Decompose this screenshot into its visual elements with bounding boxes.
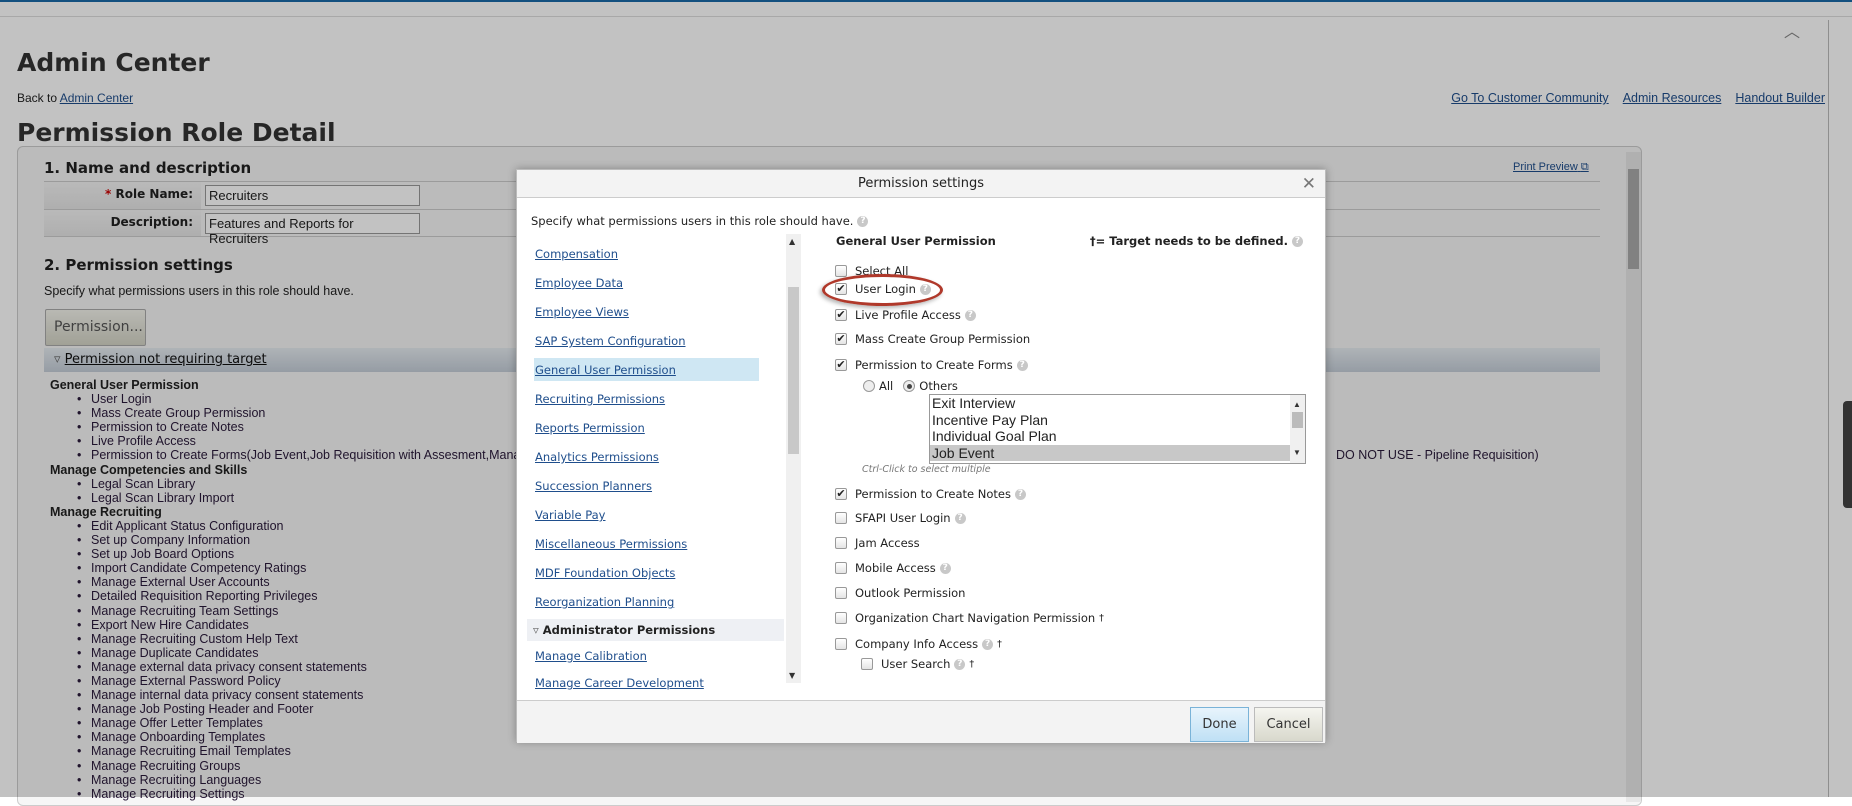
permission-label: Live Profile Access — [855, 308, 961, 322]
permission-mobile-access-checkbox[interactable]: Mobile Access? — [835, 561, 951, 575]
scroll-up-icon[interactable]: ▲ — [789, 237, 795, 246]
side-feedback-tab[interactable] — [1843, 401, 1852, 508]
permission-company-info-access-checkbox[interactable]: Company Info Access? † — [835, 637, 1002, 651]
multi-select-hint: Ctrl-Click to select multiple — [862, 464, 991, 475]
checkbox[interactable] — [835, 562, 847, 574]
permission-label: Company Info Access — [855, 637, 979, 651]
nav-item-employee-data[interactable]: Employee Data — [535, 276, 623, 290]
nav-item-reorganization-planning[interactable]: Reorganization Planning — [535, 595, 674, 609]
close-icon[interactable]: ✕ — [1302, 174, 1316, 194]
permission-label: User Search — [881, 657, 951, 671]
radio-all[interactable] — [863, 380, 875, 392]
cancel-button[interactable]: Cancel — [1254, 707, 1323, 742]
help-icon[interactable]: ? — [1016, 359, 1028, 371]
admin-header-label: Administrator Permissions — [542, 623, 716, 637]
dialog-intro: Specify what permissions users in this r… — [531, 214, 869, 228]
permission-label: Jam Access — [855, 536, 920, 550]
permission-outlook-permission-checkbox[interactable]: Outlook Permission — [835, 586, 965, 600]
checkbox[interactable] — [835, 638, 847, 650]
scroll-down-icon[interactable]: ▼ — [789, 671, 795, 680]
permission-label: Permission to Create Notes — [855, 487, 1011, 501]
permission-settings-dialog: Permission settings ✕ Specify what permis… — [516, 169, 1326, 743]
nav-item-succession-planners[interactable]: Succession Planners — [535, 479, 652, 493]
radio-all-label: All — [879, 379, 894, 393]
forms-scope-radios: All Others — [863, 379, 958, 393]
help-icon[interactable]: ? — [1014, 488, 1026, 500]
checkbox[interactable]: ✔ — [835, 309, 847, 321]
target-note: †= Target needs to be defined.? — [1090, 234, 1303, 248]
permission-permission-to-create-notes-checkbox[interactable]: ✔ Permission to Create Notes? — [835, 487, 1026, 501]
nav-item-variable-pay[interactable]: Variable Pay — [535, 508, 606, 522]
target-required-mark: † — [1099, 612, 1104, 624]
help-icon[interactable]: ? — [954, 512, 966, 524]
expand-chevron-icon: ▿ — [533, 623, 543, 637]
permission-label: Permission to Create Forms — [855, 358, 1013, 372]
dialog-title: Permission settings — [857, 176, 985, 191]
dialog-footer: Done Cancel — [517, 700, 1325, 743]
scroll-down-icon[interactable]: ▼ — [1293, 445, 1301, 462]
nav-item-employee-views[interactable]: Employee Views — [535, 305, 629, 319]
dialog-header: Permission settings ✕ — [517, 170, 1325, 198]
nav-scrollbar[interactable]: ▲ ▼ — [786, 234, 801, 683]
nav-item-manage-calibration[interactable]: Manage Calibration — [535, 649, 647, 663]
permission-label: Organization Chart Navigation Permission — [855, 611, 1096, 625]
form-option[interactable]: Job Event — [930, 444, 1305, 461]
nav-item-manage-career-development[interactable]: Manage Career Development — [535, 676, 704, 690]
permission-label: Mobile Access — [855, 561, 936, 575]
checkbox[interactable] — [835, 612, 847, 624]
done-button[interactable]: Done — [1190, 707, 1249, 742]
permission-group-heading: General User Permission — [836, 234, 996, 248]
permission-sfapi-user-login-checkbox[interactable]: SFAPI User Login? — [835, 511, 966, 525]
nav-item-recruiting-permissions[interactable]: Recruiting Permissions — [535, 392, 665, 406]
target-note-text: †= Target needs to be defined. — [1089, 234, 1288, 248]
permission-jam-access-checkbox[interactable]: Jam Access — [835, 536, 920, 550]
help-icon[interactable]: ? — [939, 562, 951, 574]
form-option[interactable]: Incentive Pay Plan — [930, 412, 1305, 429]
checkbox[interactable]: ✔ — [835, 333, 847, 345]
nav-item-compensation[interactable]: Compensation — [535, 247, 618, 261]
help-icon[interactable]: ? — [954, 658, 966, 670]
permission-label: SFAPI User Login — [855, 511, 951, 525]
admin-permissions-header[interactable]: ▿ Administrator Permissions — [527, 619, 784, 641]
help-icon[interactable]: ? — [1292, 236, 1303, 247]
checkbox[interactable]: ✔ — [835, 488, 847, 500]
permission-mass-create-group-permission-checkbox[interactable]: ✔ Mass Create Group Permission — [835, 332, 1030, 346]
checkbox[interactable] — [835, 512, 847, 524]
help-icon[interactable]: ? — [982, 638, 994, 650]
checkbox[interactable] — [861, 658, 873, 670]
highlight-annotation-ellipse — [822, 274, 943, 306]
nav-item-general-user-permission[interactable]: General User Permission — [535, 363, 676, 377]
help-icon[interactable]: ? — [857, 216, 869, 227]
checkbox[interactable] — [835, 537, 847, 549]
nav-item-reports-permission[interactable]: Reports Permission — [535, 421, 645, 435]
permission-label: Mass Create Group Permission — [855, 332, 1031, 346]
nav-item-analytics-permissions[interactable]: Analytics Permissions — [535, 450, 659, 464]
radio-others-label: Others — [919, 379, 958, 393]
category-nav: Compensation Employee Data Employee Views S… — [517, 234, 787, 698]
nav-item-sap-system-configuration[interactable]: SAP System Configuration — [535, 334, 686, 348]
permission-label: Outlook Permission — [855, 586, 966, 600]
permission-organization-chart-navigation-permission-checkbox[interactable]: Organization Chart Navigation Permission… — [835, 611, 1104, 625]
target-required-mark: † — [997, 638, 1002, 650]
permission-live-profile-access-checkbox[interactable]: ✔ Live Profile Access? — [835, 308, 976, 322]
permission-user-search-checkbox[interactable]: User Search? † — [861, 657, 974, 671]
dialog-intro-text: Specify what permissions users in this r… — [531, 214, 854, 228]
checkbox[interactable] — [835, 587, 847, 599]
permission-permission-to-create-forms-checkbox[interactable]: ✔ Permission to Create Forms? — [835, 358, 1028, 372]
checkbox[interactable]: ✔ — [835, 359, 847, 371]
form-option[interactable]: Individual Goal Plan — [930, 428, 1305, 445]
help-icon[interactable]: ? — [964, 309, 976, 321]
radio-others[interactable] — [903, 380, 916, 392]
listbox-scrollbar[interactable]: ▲ ▼ — [1290, 395, 1305, 463]
nav-item-mdf-foundation-objects[interactable]: MDF Foundation Objects — [535, 566, 675, 580]
nav-item-miscellaneous-permissions[interactable]: Miscellaneous Permissions — [535, 537, 687, 551]
checkbox[interactable] — [835, 265, 847, 277]
form-option[interactable]: Exit Interview — [930, 395, 1305, 412]
target-required-mark: † — [969, 658, 975, 670]
forms-listbox[interactable]: Exit Interview Incentive Pay Plan Individu… — [929, 394, 1306, 464]
